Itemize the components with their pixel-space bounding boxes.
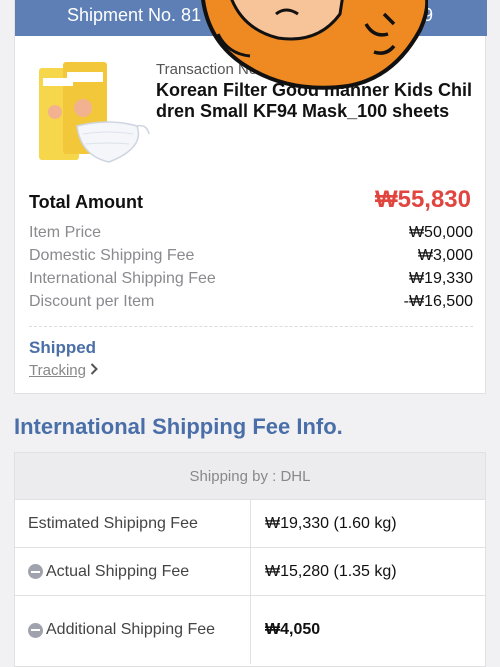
fee-value: ₩3,000 — [417, 247, 473, 264]
table-row: Additional Shipping Fee ₩4,050 — [15, 596, 485, 664]
fee-label: Domestic Shipping Fee — [29, 247, 195, 264]
fee-value: ₩50,000 — [408, 224, 473, 241]
fee-label: International Shipping Fee — [29, 270, 216, 287]
fee-label: Discount per Item — [29, 293, 155, 310]
intl-shipping-title: International Shipping Fee Info. — [14, 414, 343, 439]
fee-row-discount: Discount per Item -₩16,500 — [29, 293, 473, 315]
total-amount-value: ₩55,830 — [374, 186, 471, 213]
additional-fee-value: ₩4,050 — [265, 621, 321, 638]
shipping-carrier-header: Shipping by : DHL — [15, 453, 485, 500]
additional-fee-label: Additional Shipping Fee — [46, 621, 216, 638]
actual-fee-label: Actual Shipping Fee — [46, 562, 190, 580]
table-row: Estimated Shipipng Fee ₩19,330 (1.60 kg) — [15, 500, 485, 548]
fee-label: Item Price — [29, 224, 102, 241]
fee-row-domestic-shipping: Domestic Shipping Fee ₩3,000 — [29, 247, 473, 269]
cartoon-sticker-overlay — [201, 0, 428, 90]
intl-shipping-table: Shipping by : DHL Estimated Shipipng Fee… — [14, 452, 486, 667]
tracking-label: Tracking — [29, 362, 86, 379]
table-cell-value: ₩15,280 (1.35 kg) — [265, 548, 397, 595]
estimated-fee-value: ₩19,330 (1.60 kg) — [265, 514, 397, 532]
actual-fee-value: ₩15,280 (1.35 kg) — [265, 562, 397, 580]
table-cell-label: Estimated Shipipng Fee — [15, 500, 251, 547]
chevron-right-icon — [90, 362, 98, 379]
total-amount-label: Total Amount — [29, 192, 143, 212]
fee-value: -₩16,500 — [403, 293, 473, 310]
table-cell-label: Additional Shipping Fee — [15, 596, 251, 664]
fee-value: ₩19,330 — [408, 270, 473, 287]
product-thumbnail[interactable] — [37, 62, 153, 170]
minus-circle-icon — [28, 564, 43, 579]
fee-row-item-price: Item Price ₩50,000 — [29, 224, 473, 246]
minus-circle-icon — [28, 622, 43, 638]
estimated-fee-label: Estimated Shipipng Fee — [28, 514, 198, 532]
table-cell-value: ₩4,050 — [265, 596, 320, 664]
divider — [29, 326, 473, 327]
table-cell-label: Actual Shipping Fee — [15, 548, 251, 595]
shipment-number: Shipment No. 81 — [67, 5, 202, 25]
tracking-link[interactable]: Tracking — [29, 362, 98, 379]
shipping-status: Shipped — [29, 338, 97, 357]
fee-row-international-shipping: International Shipping Fee ₩19,330 — [29, 270, 473, 292]
table-cell-value: ₩19,330 (1.60 kg) — [265, 500, 397, 547]
table-row: Actual Shipping Fee ₩15,280 (1.35 kg) — [15, 548, 485, 596]
